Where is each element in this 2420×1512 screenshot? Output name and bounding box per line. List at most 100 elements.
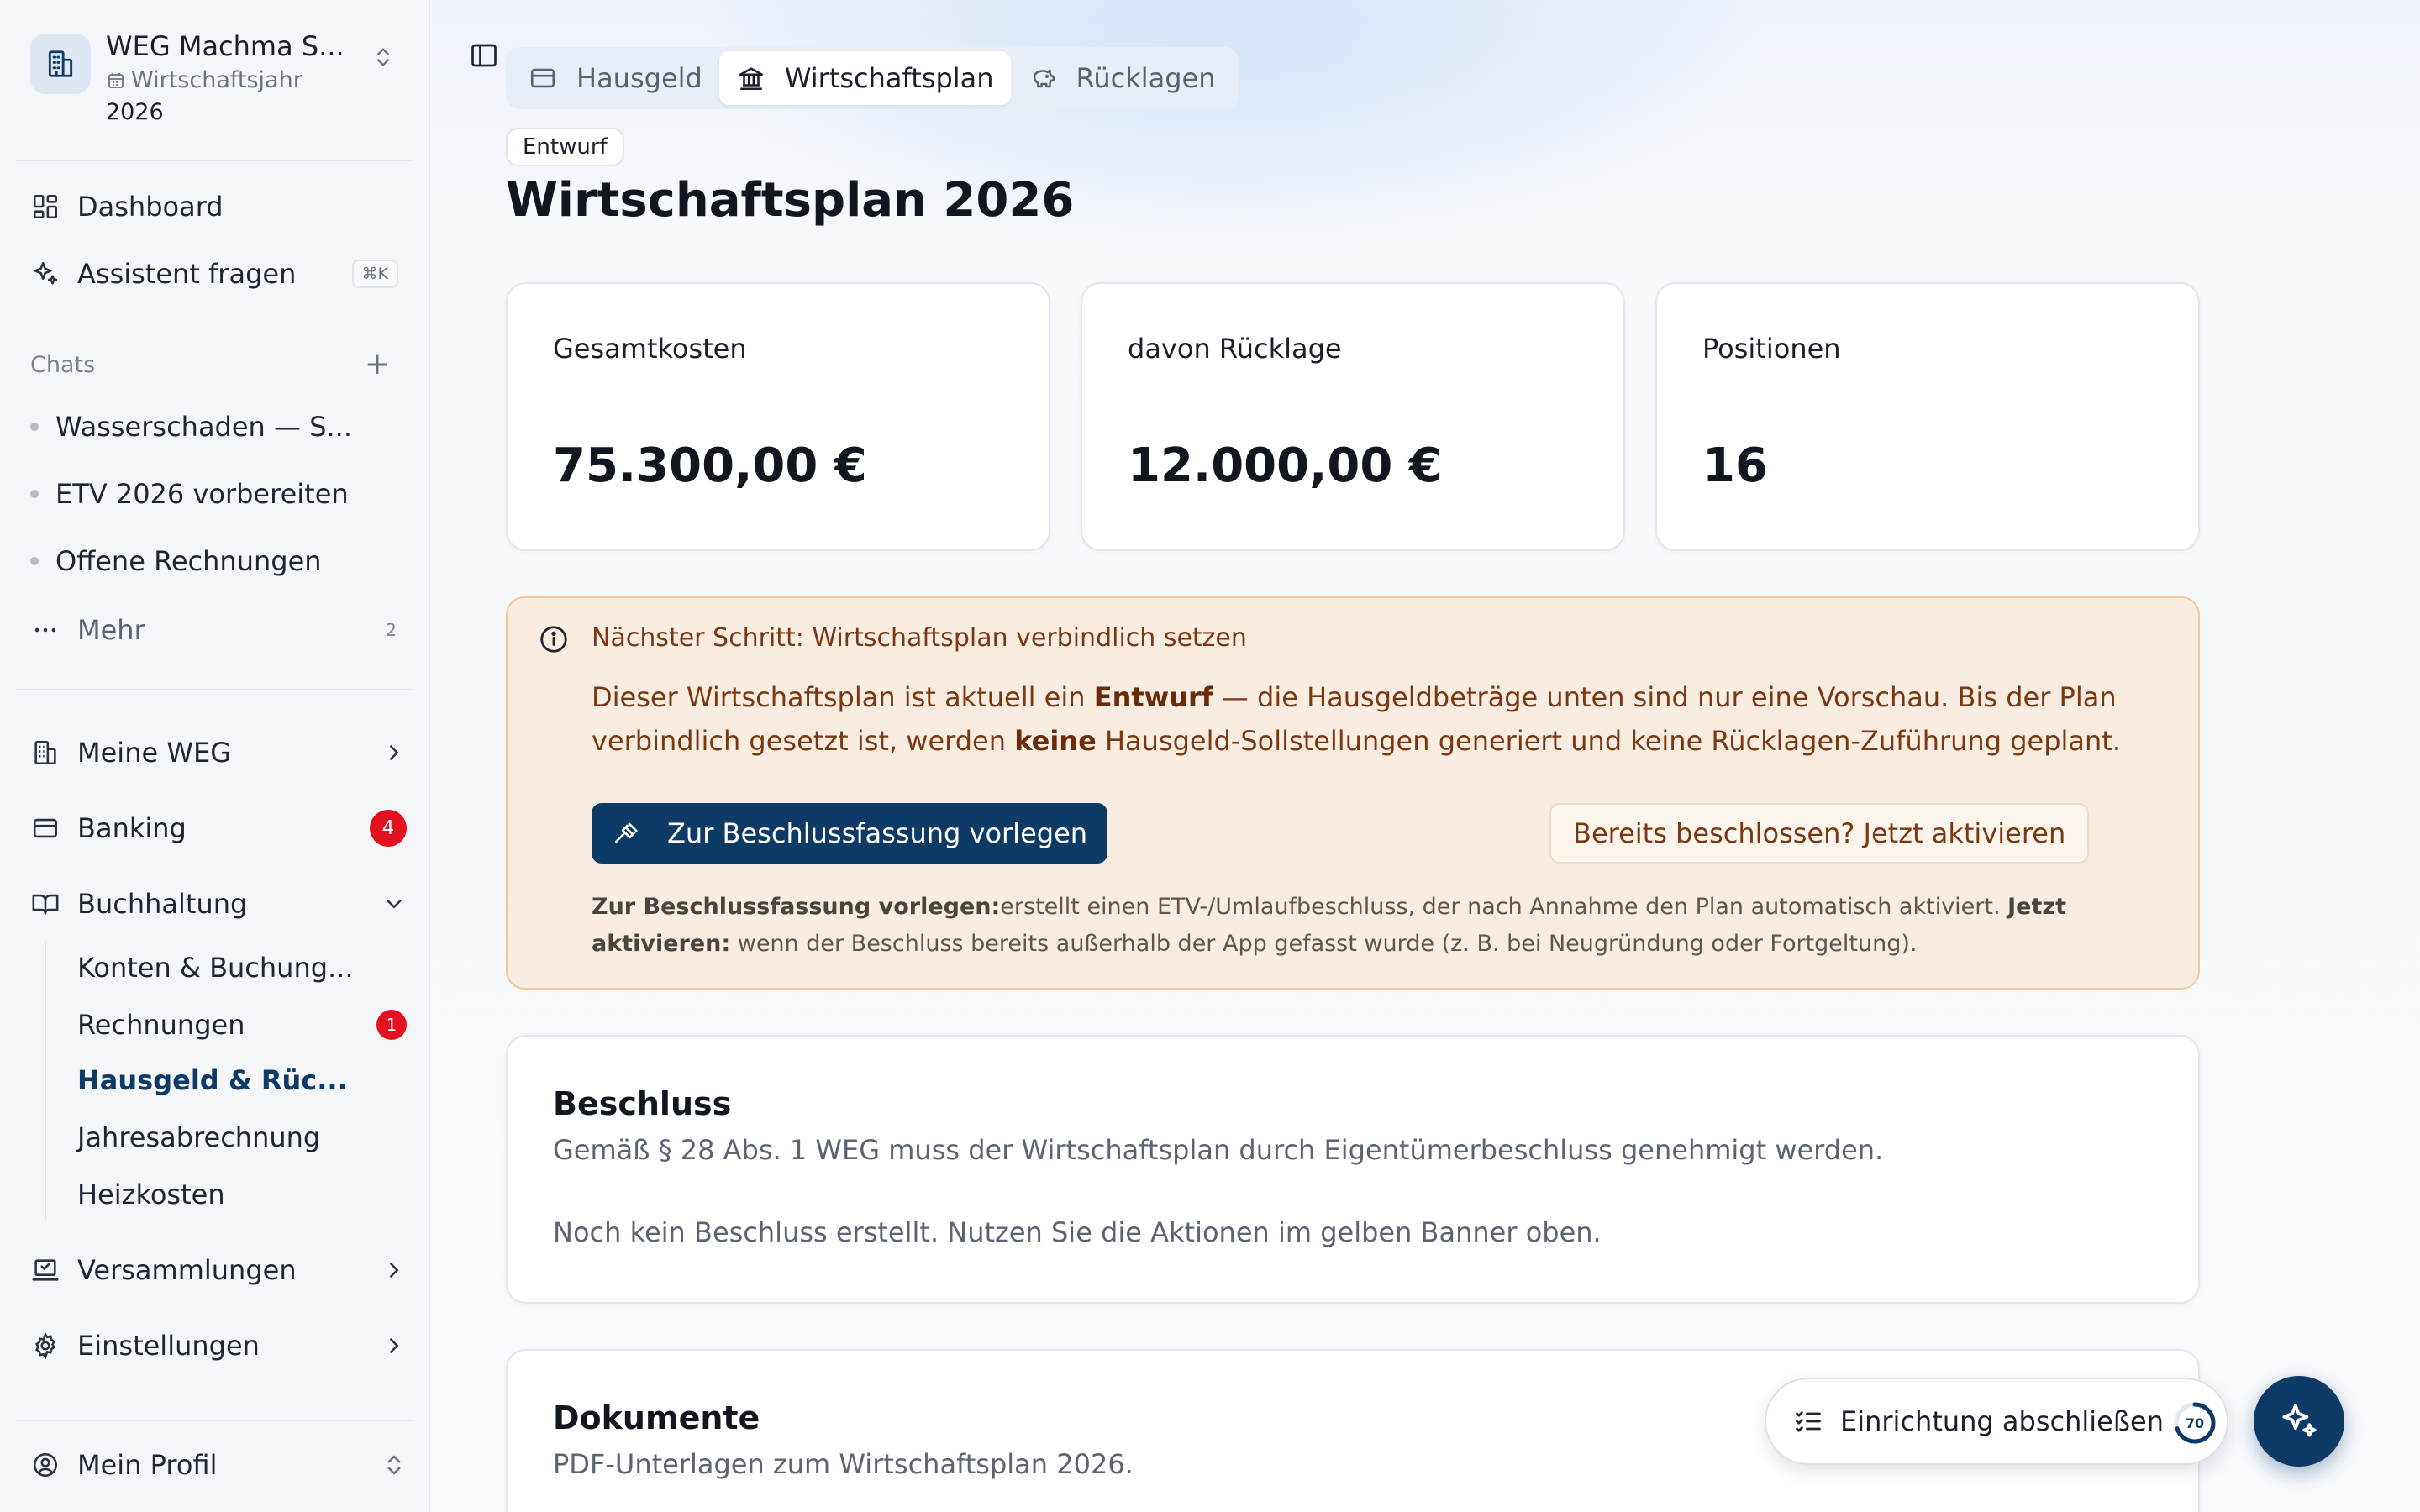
nav-dashboard[interactable]: Dashboard <box>30 181 407 232</box>
gavel-icon <box>612 818 642 848</box>
stat-card-total: Gesamtkosten 75.300,00 € <box>506 282 1050 551</box>
divider <box>15 160 413 161</box>
credit-card-icon <box>30 813 60 843</box>
book-open-icon <box>30 889 60 919</box>
info-icon <box>538 623 571 657</box>
nav-meine-weg[interactable]: Meine WEG <box>30 727 407 778</box>
fiscal-year-label: Wirtschaftsjahr <box>106 67 302 93</box>
tab-hausgeld[interactable]: Hausgeld <box>511 51 719 105</box>
divider <box>15 689 413 690</box>
stat-label: davon Rücklage <box>1128 333 1342 365</box>
chevron-right-icon <box>381 1333 407 1358</box>
activate-now-button[interactable]: Bereits beschlossen? Jetzt aktivieren <box>1549 803 2090 864</box>
landmark-icon <box>736 63 766 93</box>
more-label: Mehr <box>77 614 145 646</box>
setup-label: Einrichtung abschließen <box>1840 1405 2164 1437</box>
tab-wirtschaftsplan[interactable]: Wirtschaftsplan <box>718 51 1011 105</box>
calendar-icon <box>108 72 124 88</box>
nav-label: Assistent fragen <box>77 258 297 290</box>
sidebar: WEG Machma S... Wirtschaftsjahr 2026 Das… <box>0 0 430 1512</box>
chevrons-up-down-icon <box>381 1452 407 1478</box>
nav-versammlungen[interactable]: Versammlungen <box>30 1245 407 1295</box>
page-title: Wirtschaftsplan 2026 <box>506 173 1075 228</box>
more-count: 2 <box>386 620 397 640</box>
nav-label: Einstellungen <box>77 1330 260 1362</box>
nav-label: Buchhaltung <box>77 888 248 920</box>
chat-item[interactable]: Offene Rechnungen <box>30 538 400 585</box>
chats-header: Chats + <box>30 347 390 381</box>
nav-profile[interactable]: Mein Profil <box>30 1440 407 1490</box>
nav-label: Versammlungen <box>77 1254 297 1286</box>
subnav-jahresabrechnung[interactable]: Jahresabrechnung <box>77 1114 407 1161</box>
divider <box>15 1420 413 1421</box>
chevrons-up-down-icon <box>366 40 400 74</box>
sidebar-toggle-icon[interactable] <box>469 40 499 71</box>
building-icon <box>30 34 91 94</box>
card-title: Dokumente <box>553 1399 760 1436</box>
workspace-switcher[interactable]: WEG Machma S... Wirtschaftsjahr 2026 <box>30 30 400 136</box>
stat-label: Positionen <box>1702 333 1841 365</box>
fiscal-year: 2026 <box>106 99 164 125</box>
nav-assistant[interactable]: Assistent fragen ⌘K <box>30 249 407 299</box>
banner-note: Zur Beschlussfassung vorlegen:erstellt e… <box>592 894 2067 957</box>
nav-label: Banking <box>77 812 187 844</box>
stat-card-reserve: davon Rücklage 12.000,00 € <box>1081 282 1625 551</box>
tab-bar: Hausgeld Wirtschaftsplan Rücklagen <box>506 47 1239 109</box>
nav-buchhaltung[interactable]: Buchhaltung <box>30 879 407 929</box>
chats-more[interactable]: Mehr 2 <box>30 605 407 655</box>
card-text: Gemäß § 28 Abs. 1 WEG muss der Wirtschaf… <box>553 1134 1884 1166</box>
stat-value: 75.300,00 € <box>553 438 867 493</box>
workspace-name: WEG Machma S... <box>106 30 345 62</box>
notification-badge: 1 <box>376 1010 407 1040</box>
building-icon <box>30 738 60 768</box>
subnav-hausgeld[interactable]: Hausgeld & Rüc... <box>77 1057 407 1104</box>
subnav-konten[interactable]: Konten & Buchung... <box>77 944 407 991</box>
tab-ruecklagen[interactable]: Rücklagen <box>1011 51 1233 105</box>
banner-title: Nächster Schritt: Wirtschaftsplan verbin… <box>592 623 1247 653</box>
main-content: Hausgeld Wirtschaftsplan Rücklagen Entwu… <box>432 0 2420 1512</box>
stat-value: 16 <box>1702 438 1768 493</box>
subnav-line <box>45 942 46 1221</box>
presentation-icon <box>30 1255 60 1285</box>
nav-label: Meine WEG <box>77 737 231 769</box>
nav-label: Dashboard <box>77 191 224 223</box>
card-text: PDF-Unterlagen zum Wirtschaftsplan 2026. <box>553 1448 1134 1480</box>
piggy-bank-icon <box>1028 63 1058 93</box>
chat-item[interactable]: Wasserschaden — S... <box>30 403 400 450</box>
chevron-down-icon <box>381 891 407 916</box>
sparkles-icon <box>30 259 60 289</box>
resolution-card: Beschluss Gemäß § 28 Abs. 1 WEG muss der… <box>506 1035 2200 1304</box>
subnav-heizkosten[interactable]: Heizkosten <box>77 1171 407 1218</box>
more-horizontal-icon <box>30 615 60 645</box>
status-badge: Entwurf <box>506 128 624 166</box>
notification-badge: 4 <box>370 810 407 847</box>
stat-label: Gesamtkosten <box>553 333 747 365</box>
setup-progress-button[interactable]: Einrichtung abschließen 70 <box>1765 1378 2228 1465</box>
stat-card-positions: Positionen 16 <box>1655 282 2200 551</box>
progress-ring: 70 <box>2173 1401 2217 1445</box>
sparkles-icon <box>2282 1404 2317 1437</box>
assistant-fab[interactable] <box>2254 1376 2344 1467</box>
dashboard-icon <box>30 192 60 222</box>
user-circle-icon <box>30 1450 60 1480</box>
bullet-dot <box>30 423 39 431</box>
bullet-dot <box>30 557 39 565</box>
card-title: Beschluss <box>553 1085 732 1122</box>
nav-label: Mein Profil <box>77 1449 218 1481</box>
list-checks-icon <box>1791 1404 1825 1438</box>
subnav-rechnungen[interactable]: Rechnungen 1 <box>77 1001 407 1048</box>
progress-value: 70 <box>2185 1415 2205 1431</box>
chevron-right-icon <box>381 1257 407 1283</box>
shortcut-hint: ⌘K <box>351 260 398 288</box>
chevron-right-icon <box>381 740 407 765</box>
banner-text: Dieser Wirtschaftsplan ist aktuell ein E… <box>592 681 2121 757</box>
new-chat-button[interactable]: + <box>365 349 390 380</box>
wallet-icon <box>528 63 558 93</box>
stat-value: 12.000,00 € <box>1128 438 1442 493</box>
card-text: Noch kein Beschluss erstellt. Nutzen Sie… <box>553 1216 1602 1248</box>
next-step-banner: Nächster Schritt: Wirtschaftsplan verbin… <box>506 596 2200 990</box>
chat-item[interactable]: ETV 2026 vorbereiten <box>30 470 400 517</box>
nav-banking[interactable]: Banking 4 <box>30 803 407 853</box>
submit-for-resolution-button[interactable]: Zur Beschlussfassung vorlegen <box>592 803 1108 864</box>
nav-einstellungen[interactable]: Einstellungen <box>30 1320 407 1371</box>
